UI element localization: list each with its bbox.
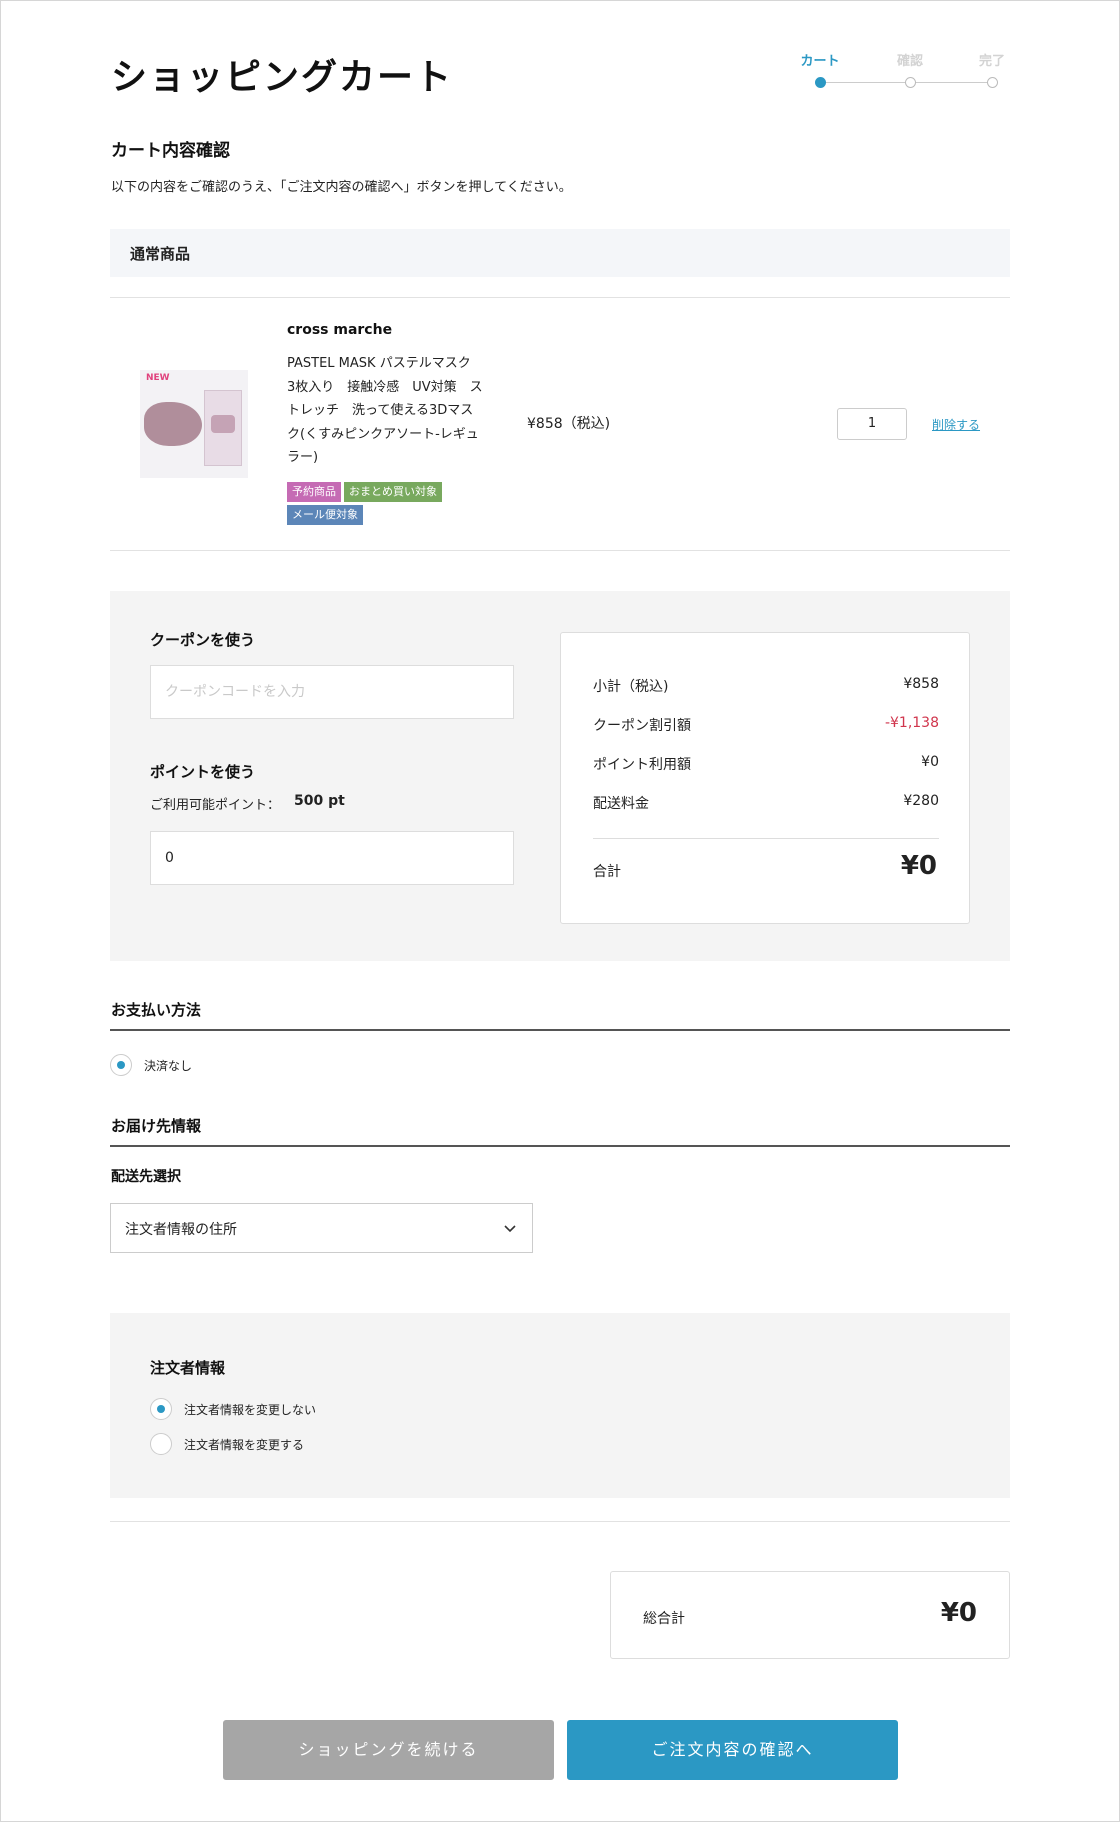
- delivery-selected-value: 注文者情報の住所: [125, 1222, 237, 1238]
- points-available-value: 500 pt: [294, 793, 345, 809]
- delivery-title: お届け先情報: [111, 1117, 202, 1135]
- summary-label: ポイント利用額: [593, 757, 691, 773]
- new-badge: NEW: [146, 373, 170, 383]
- step-complete: 完了: [978, 54, 1005, 69]
- product-image[interactable]: NEW: [140, 370, 248, 478]
- points-input[interactable]: 0: [150, 831, 514, 885]
- summary-row-shipping: 配送料金 ¥280: [593, 793, 939, 813]
- divider: [110, 297, 1010, 298]
- tag-preorder: 予約商品: [287, 482, 341, 502]
- confirm-order-button[interactable]: ご注文内容の確認へ: [567, 1720, 898, 1780]
- summary-row-subtotal: 小計（税込) ¥858: [593, 676, 939, 696]
- summary-value: -¥1,138: [884, 715, 939, 731]
- product-name-line: ラー): [287, 450, 319, 465]
- normal-goods-band: 通常商品: [110, 229, 1010, 277]
- summary-row-coupon: クーポン割引額 -¥1,138: [593, 715, 939, 735]
- divider: [110, 1145, 1010, 1147]
- progress-steps: カート 確認 完了: [790, 50, 1010, 90]
- step-connector: [820, 82, 910, 83]
- grand-total-label: 総合計: [643, 1611, 685, 1627]
- summary-row-points: ポイント利用額 ¥0: [593, 754, 939, 774]
- tag-bulk-buy: おまとめ買い対象: [344, 482, 442, 502]
- product-name-line: 3枚入り 接触冷感 UV対策 ス: [287, 379, 483, 395]
- normal-goods-label: 通常商品: [130, 245, 191, 263]
- step-dot-cart: [815, 77, 826, 88]
- step-dot-confirm: [905, 77, 916, 88]
- divider: [110, 1521, 1010, 1522]
- orderer-panel: 注文者情報 注文者情報を変更しない 注文者情報を変更する: [110, 1313, 1010, 1498]
- product-name-line: ク(くすみピンクアソート-レギュ: [287, 426, 479, 442]
- orderer-title: 注文者情報: [150, 1359, 226, 1377]
- package-shape: [204, 390, 242, 466]
- summary-divider: [593, 838, 939, 839]
- product-name-line: トレッチ 洗って使える3Dマス: [287, 403, 474, 418]
- summary-total-value: ¥0: [900, 851, 937, 881]
- cart-check-description: 以下の内容をご確認のうえ、「ご注文内容の確認へ」ボタンを押してください。: [111, 180, 572, 195]
- summary-value: ¥0: [921, 754, 939, 770]
- delivery-select[interactable]: 注文者情報の住所: [110, 1203, 533, 1253]
- summary-label: 配送料金: [593, 796, 649, 812]
- page-title: ショッピングカート: [111, 57, 454, 98]
- orderer-option-keep: 注文者情報を変更しない: [184, 1403, 317, 1417]
- delete-link[interactable]: 削除する: [932, 416, 980, 433]
- divider: [110, 1029, 1010, 1031]
- order-summary: 小計（税込) ¥858 クーポン割引額 -¥1,138 ポイント利用額 ¥0 配…: [560, 632, 970, 924]
- payment-option-label: 決済なし: [144, 1059, 193, 1073]
- step-confirm: 確認: [896, 54, 923, 69]
- payment-title: お支払い方法: [111, 1001, 202, 1019]
- cart-check-title: カート内容確認: [111, 141, 230, 161]
- product-brand: cross marche: [287, 322, 393, 338]
- product-price: ¥858（税込): [527, 416, 611, 432]
- continue-shopping-button[interactable]: ショッピングを続ける: [223, 1720, 554, 1780]
- product-name-line: PASTEL MASK パステルマスク: [287, 356, 471, 371]
- step-connector: [910, 82, 992, 83]
- summary-value: ¥280: [903, 793, 939, 809]
- quantity-input[interactable]: 1: [837, 408, 907, 440]
- chevron-down-icon: [504, 1225, 516, 1233]
- payment-radio[interactable]: [110, 1054, 132, 1076]
- summary-label: 小計（税込): [593, 679, 669, 695]
- points-available-label: ご利用可能ポイント：: [150, 798, 281, 813]
- grand-total-box: 総合計 ¥0: [610, 1571, 1010, 1659]
- points-title: ポイントを使う: [150, 763, 256, 781]
- summary-total-label: 合計: [593, 864, 621, 880]
- orderer-option-change: 注文者情報を変更する: [184, 1438, 305, 1452]
- orderer-radio-keep[interactable]: [150, 1398, 172, 1420]
- step-dot-complete: [987, 77, 998, 88]
- coupon-input[interactable]: クーポンコードを入力: [150, 665, 514, 719]
- divider: [110, 550, 1010, 551]
- orderer-radio-change[interactable]: [150, 1433, 172, 1455]
- delivery-select-title: 配送先選択: [111, 1169, 181, 1185]
- summary-label: クーポン割引額: [593, 718, 691, 734]
- grand-total-value: ¥0: [940, 1598, 977, 1628]
- coupon-title: クーポンを使う: [150, 631, 256, 649]
- tag-mail-delivery: メール便対象: [287, 505, 363, 525]
- product-name[interactable]: PASTEL MASK パステルマスク 3枚入り 接触冷感 UV対策 ス トレッ…: [287, 352, 487, 470]
- step-cart: カート: [800, 54, 840, 69]
- mask-shape: [144, 402, 202, 446]
- summary-value: ¥858: [903, 676, 939, 692]
